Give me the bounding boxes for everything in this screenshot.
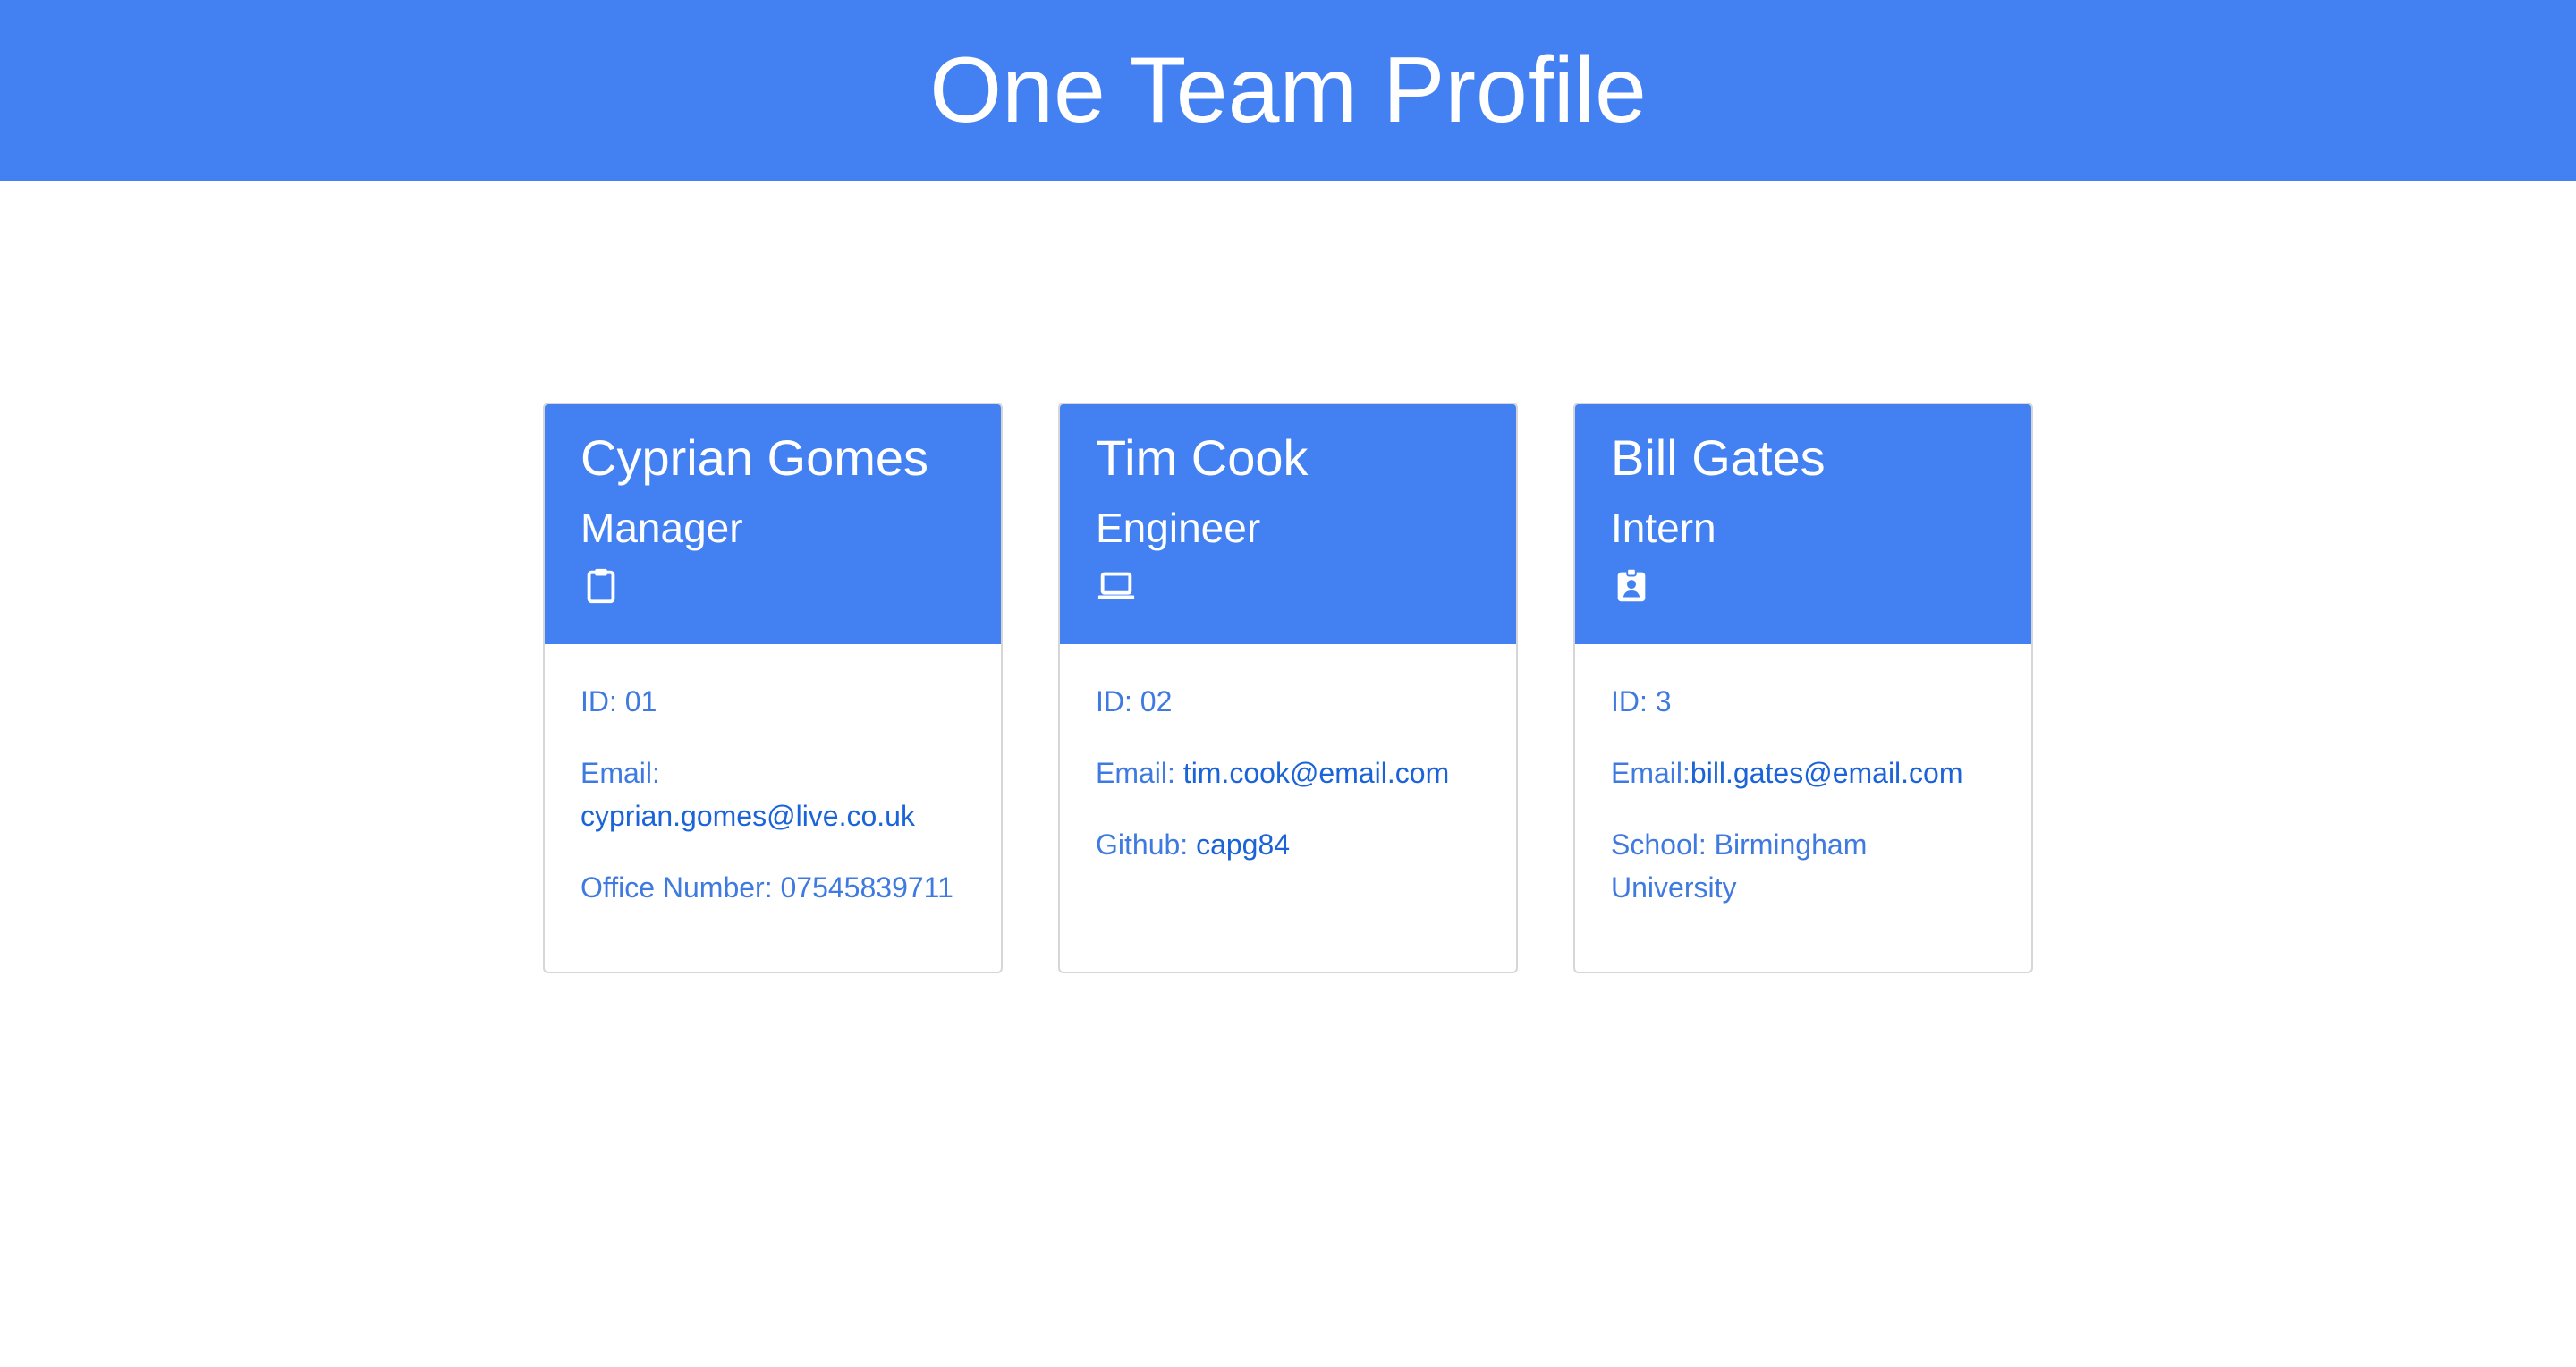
id-badge-icon	[1611, 565, 1652, 607]
email-link[interactable]: tim.cook@email.com	[1183, 757, 1449, 789]
github-label: Github:	[1096, 828, 1189, 861]
card-body: ID: 01 Email: cyprian.gomes@live.co.uk O…	[545, 644, 1001, 909]
office-number: Office Number: 07545839711	[580, 871, 953, 904]
email-label: Email:	[1096, 757, 1175, 789]
clipboard-icon	[580, 565, 622, 607]
employee-name: Tim Cook	[1096, 429, 1309, 486]
page-header: One Team Profile	[0, 0, 2576, 181]
email-link[interactable]: bill.gates@email.com	[1690, 757, 1963, 789]
employee-card-intern: Bill Gates Intern ID: 3 Email:bill.gates…	[1573, 403, 2033, 973]
employee-name: Cyprian Gomes	[580, 429, 929, 486]
employee-email-row: Email:bill.gates@email.com	[1611, 751, 1996, 794]
github-row: Github: capg84	[1096, 823, 1480, 866]
employee-role: Intern	[1611, 505, 1716, 551]
card-header: Bill Gates Intern	[1575, 404, 2031, 644]
employee-card-engineer: Tim Cook Engineer ID: 02 Email: tim.cook…	[1058, 403, 1518, 973]
github-link[interactable]: capg84	[1196, 828, 1290, 861]
email-label: Email:	[1611, 757, 1690, 789]
employee-name: Bill Gates	[1611, 429, 1826, 486]
email-link[interactable]: cyprian.gomes@live.co.uk	[580, 800, 915, 832]
employee-card-manager: Cyprian Gomes Manager ID: 01 Email: cypr…	[543, 403, 1003, 973]
card-body: ID: 02 Email: tim.cook@email.com Github:…	[1060, 644, 1516, 866]
email-label: Email:	[580, 757, 660, 789]
school: School: Birmingham University	[1611, 828, 1868, 904]
card-header: Tim Cook Engineer	[1060, 404, 1516, 644]
employee-id: ID: 3	[1611, 685, 1672, 717]
card-header: Cyprian Gomes Manager	[545, 404, 1001, 644]
employee-id: ID: 02	[1096, 685, 1173, 717]
page-title: One Team Profile	[929, 38, 1647, 142]
employee-role: Engineer	[1096, 505, 1261, 551]
employee-email-row: Email: tim.cook@email.com	[1096, 751, 1480, 794]
team-cards: Cyprian Gomes Manager ID: 01 Email: cypr…	[0, 403, 2576, 973]
card-body: ID: 3 Email:bill.gates@email.com School:…	[1575, 644, 2031, 909]
employee-id: ID: 01	[580, 685, 657, 717]
laptop-icon	[1096, 565, 1137, 607]
employee-role: Manager	[580, 505, 743, 551]
employee-email-row: Email: cyprian.gomes@live.co.uk	[580, 751, 965, 837]
